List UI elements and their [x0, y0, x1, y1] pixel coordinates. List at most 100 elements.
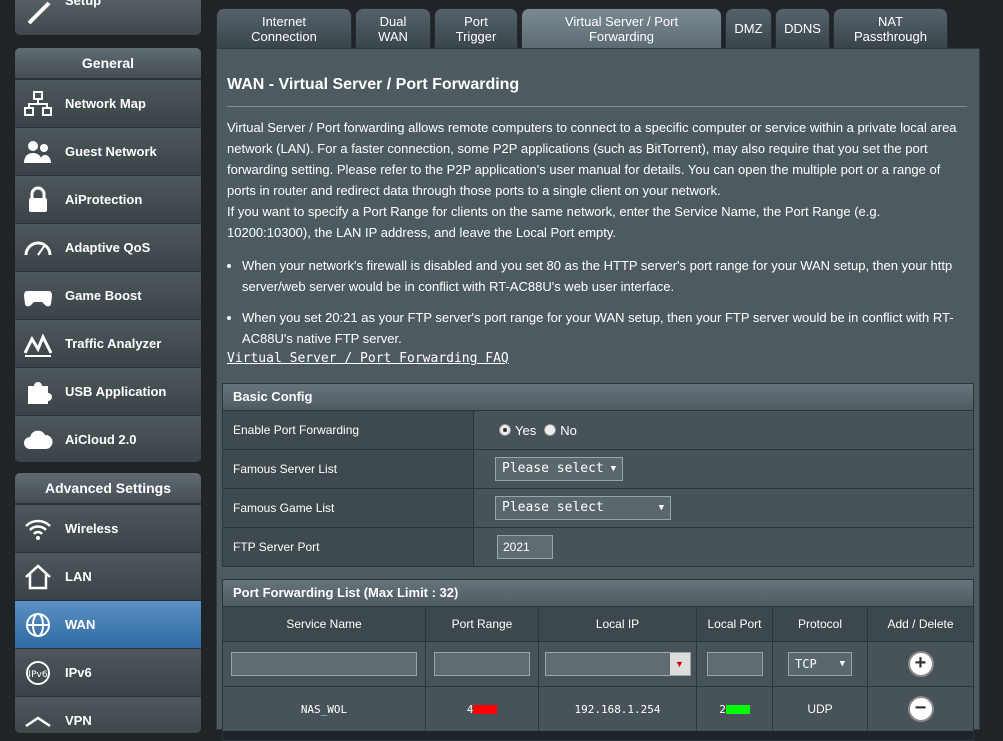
tab-dual-wan[interactable]: Dual WAN	[355, 8, 431, 48]
sidebar-item-aiprotection[interactable]: AiProtection	[15, 175, 201, 223]
wifi-icon	[25, 519, 51, 540]
col-local-ip: Local IP	[539, 607, 697, 641]
local-port-cell: 2	[697, 687, 773, 731]
sidebar-item-game-boost[interactable]: Game Boost	[15, 271, 201, 319]
value-cell: Please select ▼	[495, 450, 623, 488]
dropdown-arrow-icon[interactable]: ▼	[669, 653, 690, 675]
sidebar-item-vpn[interactable]: VPN	[15, 696, 201, 733]
chevron-down-icon: ▼	[839, 659, 845, 669]
col-add-delete: Add / Delete	[887, 617, 954, 631]
basic-config-table: Basic Config Enable Port Forwarding Yes …	[222, 383, 974, 567]
cell: TCP ▼	[773, 642, 868, 686]
select-value: TCP	[795, 657, 817, 671]
svg-text:IPv6: IPv6	[28, 670, 47, 680]
sidebar-item-wan[interactable]: WAN	[15, 600, 201, 648]
famous-game-row: Famous Game List Please select ▼	[223, 488, 973, 527]
sidebar-item-label: Wireless	[65, 521, 119, 536]
globe-icon	[26, 613, 50, 637]
cell: −	[868, 687, 973, 731]
service-name-input[interactable]	[231, 652, 417, 676]
tab-label: Dual WAN	[378, 13, 408, 44]
sidebar-item-usb-application[interactable]: USB Application	[15, 367, 201, 415]
main-panel: WAN - Virtual Server / Port Forwarding V…	[216, 48, 982, 741]
basic-config-title: Basic Config	[223, 384, 973, 411]
tab-nat-passthrough[interactable]: NAT Passthrough	[833, 8, 948, 48]
row-label: Famous Game List	[223, 489, 474, 527]
delete-entry-button[interactable]: −	[907, 696, 934, 722]
network-map-icon	[24, 91, 52, 116]
tab-label: DDNS	[784, 21, 821, 36]
tab-ddns[interactable]: DDNS	[775, 8, 830, 48]
lock-icon	[29, 186, 47, 212]
local-ip-input[interactable]: ▼	[544, 652, 691, 676]
description-paragraph: If you want to specify a Port Range for …	[227, 204, 881, 240]
row-label: FTP Server Port	[223, 528, 474, 566]
general-menu: General Network Map Guest Network AiProt…	[14, 47, 202, 463]
radio-group: Yes No	[499, 411, 577, 449]
sidebar-item-adaptive-qos[interactable]: Adaptive QoS	[15, 223, 201, 271]
quick-setup-label: Setup	[65, 0, 102, 8]
local-port-value: 2	[719, 702, 726, 716]
sidebar-item-label: Network Map	[65, 96, 146, 111]
tab-label: Internet Connection	[251, 13, 317, 44]
col-local-port: Local Port	[697, 607, 773, 641]
description-paragraph: Virtual Server / Port forwarding allows …	[227, 120, 957, 198]
sidebar-item-ipv6[interactable]: IPv6 IPv6	[15, 648, 201, 696]
radio-yes[interactable]	[499, 424, 511, 436]
select-value: Please select	[502, 461, 604, 476]
ftp-port-input[interactable]: 2021	[497, 535, 553, 559]
quick-setup-button[interactable]: Setup	[14, 0, 202, 36]
tab-virtual-server[interactable]: Virtual Server / Port Forwarding	[521, 8, 722, 49]
sidebar-item-lan[interactable]: LAN	[15, 552, 201, 600]
tab-label: Virtual Server / Port Forwarding	[564, 14, 679, 44]
sidebar-item-label: Game Boost	[65, 288, 142, 303]
cloud-icon	[24, 430, 53, 449]
sidebar-item-network-map[interactable]: Network Map	[15, 79, 201, 127]
sidebar-item-wireless[interactable]: Wireless	[15, 504, 201, 552]
faq-link[interactable]: Virtual Server / Port Forwarding FAQ	[227, 351, 509, 366]
row-label: Famous Server List	[223, 450, 474, 488]
tab-internet-connection[interactable]: Internet Connection	[216, 8, 352, 48]
cell: ▼	[539, 642, 697, 686]
speedometer-icon	[24, 241, 52, 256]
add-entry-button[interactable]: +	[907, 651, 934, 677]
sidebar-item-label: WAN	[65, 617, 96, 632]
local-port-input[interactable]	[706, 652, 763, 676]
wand-icon	[27, 1, 51, 25]
sidebar-item-aicloud[interactable]: AiCloud 2.0	[15, 415, 201, 462]
note-item: When your network's firewall is disabled…	[242, 255, 982, 297]
ipv6-icon: IPv6	[26, 661, 50, 685]
vpn-icon	[25, 716, 51, 728]
famous-server-select[interactable]: Please select ▼	[495, 457, 623, 481]
enable-port-forwarding-row: Enable Port Forwarding Yes No	[223, 411, 973, 449]
port-range-value: 4	[466, 702, 474, 716]
tab-label: Port Trigger	[455, 13, 497, 44]
port-forwarding-title: Port Forwarding List (Max Limit : 32)	[223, 580, 973, 607]
chevron-down-icon: ▼	[610, 464, 616, 474]
note-item: When you set 20:21 as your FTP server's …	[242, 307, 982, 349]
port-range-input[interactable]	[434, 652, 530, 676]
tab-port-trigger[interactable]: Port Trigger	[434, 8, 518, 48]
tab-dmz[interactable]: DMZ	[725, 8, 772, 48]
title-divider	[227, 106, 967, 107]
tab-label: DMZ	[734, 21, 763, 36]
famous-game-select[interactable]: Please select ▼	[495, 496, 671, 520]
guest-network-icon	[24, 141, 51, 163]
sidebar-item-label: Traffic Analyzer	[65, 336, 162, 351]
port-forwarding-table: Port Forwarding List (Max Limit : 32) Se…	[222, 579, 974, 741]
sidebar-item-label: LAN	[65, 569, 92, 584]
gamepad-icon	[24, 291, 52, 307]
service-name-cell: NAS_WOL	[223, 687, 426, 731]
redaction-mark	[473, 704, 498, 714]
traffic-chart-icon	[23, 333, 53, 357]
radio-yes-label: Yes	[515, 422, 537, 438]
cell	[697, 642, 773, 686]
puzzle-icon	[28, 382, 52, 404]
sidebar-item-guest-network[interactable]: Guest Network	[15, 127, 201, 175]
sidebar-item-label: VPN	[65, 713, 92, 728]
radio-no-label: No	[560, 422, 577, 438]
sidebar-item-traffic-analyzer[interactable]: Traffic Analyzer	[15, 319, 201, 367]
protocol-select[interactable]: TCP ▼	[788, 652, 852, 676]
table-header: Service Name Port Range Local IP Local P…	[223, 607, 973, 641]
radio-no[interactable]	[544, 424, 557, 436]
